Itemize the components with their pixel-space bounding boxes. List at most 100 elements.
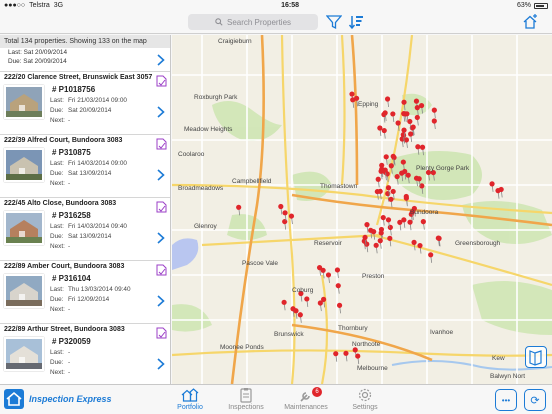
- property-pin[interactable]: [407, 219, 413, 231]
- list-item[interactable]: 222/89 Arthur Street, Bundoora 3083 # P32…: [0, 324, 170, 384]
- property-pin[interactable]: [236, 204, 242, 216]
- map-label: Coolaroo: [178, 151, 205, 158]
- property-pin[interactable]: [414, 114, 420, 126]
- property-pin[interactable]: [384, 96, 391, 108]
- property-pin[interactable]: [355, 353, 361, 365]
- list-item[interactable]: Last: Sat 20/09/2014 Due: Sat 20/09/2014: [0, 48, 170, 72]
- sync-button[interactable]: ⟳: [524, 389, 546, 411]
- tab-portfolio[interactable]: Portfolio: [160, 387, 220, 414]
- next-inspection: Next: -: [50, 117, 71, 124]
- property-pin[interactable]: [317, 300, 323, 312]
- map-label: Coburg: [292, 287, 314, 294]
- tab-label: Portfolio: [177, 404, 203, 411]
- property-id: # P320059: [52, 337, 91, 346]
- maintenance-badge: 6: [312, 387, 322, 397]
- property-pin[interactable]: [420, 219, 426, 230]
- map-label: Epping: [358, 101, 379, 108]
- property-photo: [4, 85, 44, 119]
- edit-note-icon[interactable]: [156, 201, 167, 213]
- map-label: Thomastown: [320, 183, 358, 190]
- map-label: Bundoora: [410, 209, 439, 216]
- more-button[interactable]: •••: [495, 389, 517, 411]
- property-pin[interactable]: [281, 299, 287, 311]
- chevron-right-icon[interactable]: [157, 54, 165, 66]
- signal-icon: ●●●○○: [4, 2, 26, 9]
- list-item[interactable]: 222/39 Alfred Court, Bundoora 3083 # P310…: [0, 135, 170, 198]
- filter-icon[interactable]: [326, 14, 342, 30]
- map-label: Meadow Heights: [184, 126, 233, 133]
- tab-label: Maintenances: [284, 404, 328, 411]
- map-label: Greensborough: [455, 240, 501, 247]
- property-pin[interactable]: [304, 296, 310, 307]
- sort-icon[interactable]: [348, 14, 364, 30]
- due-date: Due: Fri 12/09/2014: [50, 296, 110, 303]
- map-label: Craigieburn: [218, 38, 252, 45]
- property-photo: [4, 274, 44, 308]
- next-inspection: Next: -: [50, 180, 71, 187]
- sync-icon: ⟳: [530, 394, 540, 407]
- clipboard-icon: [240, 388, 252, 403]
- map-label: Moonee Ponds: [220, 344, 264, 351]
- property-pin[interactable]: [489, 181, 495, 192]
- battery-percent: 63%: [516, 2, 531, 9]
- map-label: Pascoe Vale: [242, 260, 279, 267]
- property-pin[interactable]: [431, 118, 437, 130]
- gear-icon: [358, 388, 372, 402]
- tab-settings[interactable]: Settings: [335, 387, 395, 414]
- property-pin[interactable]: [388, 196, 394, 208]
- property-pin[interactable]: [297, 312, 303, 323]
- list-item[interactable]: 222/45 Alto Close, Bundoora 3083 # P31625…: [0, 198, 170, 261]
- property-pin[interactable]: [397, 219, 403, 231]
- map-label: Ivanhoe: [430, 329, 454, 336]
- last-inspection: Last: Fri 21/03/2014 09:00: [50, 97, 127, 104]
- search-input[interactable]: Search Properties: [188, 14, 318, 30]
- next-inspection: Next: -: [50, 306, 71, 313]
- property-pin[interactable]: [390, 111, 396, 122]
- home-icon[interactable]: [522, 14, 538, 30]
- search-placeholder: Search Properties: [226, 17, 292, 27]
- map-book-button[interactable]: [525, 346, 547, 368]
- property-pin[interactable]: [431, 107, 437, 119]
- property-pin[interactable]: [325, 272, 332, 283]
- property-pin[interactable]: [343, 350, 349, 362]
- chevron-right-icon[interactable]: [157, 106, 165, 118]
- property-pin[interactable]: [373, 242, 379, 254]
- map-label: Thornbury: [338, 325, 368, 332]
- edit-note-icon[interactable]: [156, 327, 167, 339]
- edit-note-icon[interactable]: [156, 138, 167, 150]
- list-item[interactable]: 222/89 Amber Court, Bundoora 3083 # P3161…: [0, 261, 170, 324]
- property-address: 222/89 Arthur Street, Bundoora 3083: [4, 326, 125, 333]
- chevron-right-icon[interactable]: [157, 232, 165, 244]
- property-photo: [4, 337, 44, 371]
- last-value: Sat 20/09/2014: [23, 49, 67, 56]
- last-inspection: Last: Fri 14/03/2014 09:00: [50, 160, 127, 167]
- map-label: Roxburgh Park: [194, 94, 238, 101]
- next-inspection: Next: -: [50, 243, 71, 250]
- property-pin[interactable]: [282, 218, 288, 230]
- list-item[interactable]: 222/20 Clarence Street, Brunswick East 3…: [0, 72, 170, 135]
- map-label: Kew: [492, 355, 505, 362]
- due-date: Due: Sat 13/09/2014: [50, 233, 112, 240]
- map-label: Campbellfield: [232, 178, 272, 185]
- tab-inspections[interactable]: Inspections: [216, 387, 276, 414]
- edit-note-icon[interactable]: [156, 75, 167, 87]
- tab-maintenances[interactable]: 6 Maintenances: [276, 387, 336, 414]
- clock: 16:58: [281, 2, 299, 9]
- map-view[interactable]: Craigieburn Roxburgh Park Meadow Heights Co…: [172, 35, 552, 384]
- property-id: # P1018756: [52, 85, 96, 94]
- property-pin[interactable]: [428, 252, 434, 263]
- due-date: Due: Sat 20/09/2014: [50, 107, 112, 114]
- chevron-right-icon[interactable]: [157, 358, 165, 370]
- property-photo: [4, 211, 44, 245]
- last-label: Last:: [8, 49, 22, 56]
- status-bar: ●●●○○ Telstra 3G 16:58 63%: [0, 0, 552, 11]
- next-inspection: Next: -: [50, 369, 71, 376]
- property-address: 222/89 Amber Court, Bundoora 3083: [4, 263, 125, 270]
- top-nav-bar: Search Properties: [0, 11, 552, 34]
- chevron-right-icon[interactable]: [157, 295, 165, 307]
- last-inspection: Last: -: [50, 349, 71, 356]
- property-address: 222/45 Alto Close, Bundoora 3083: [4, 200, 117, 207]
- chevron-right-icon[interactable]: [157, 169, 165, 181]
- property-list: Total 134 properties. Showing 133 on the…: [0, 35, 171, 384]
- edit-note-icon[interactable]: [156, 264, 167, 276]
